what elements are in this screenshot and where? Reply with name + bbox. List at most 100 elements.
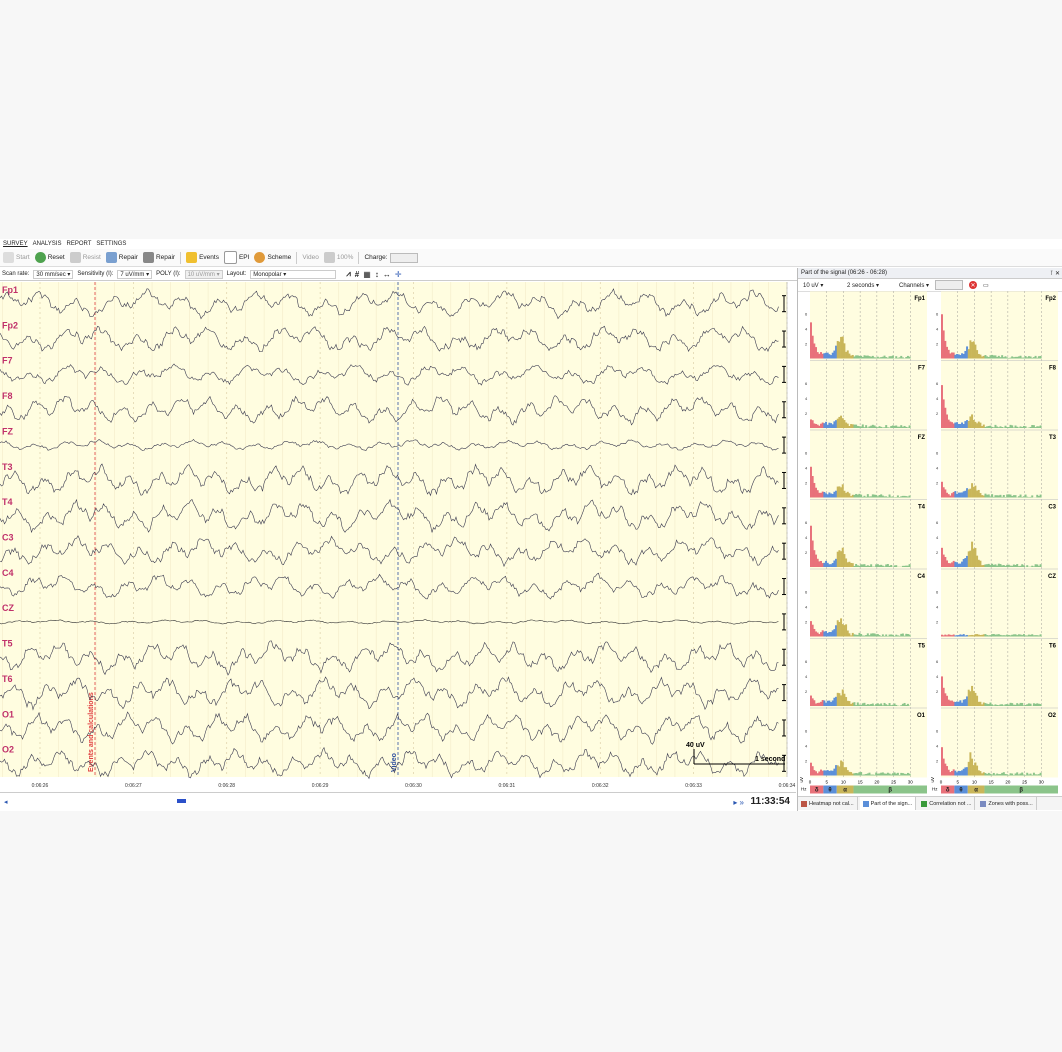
channels-label: Channels bbox=[899, 282, 925, 289]
layout-value: Monopolar bbox=[253, 271, 282, 278]
spectrum-channel-label: T6 bbox=[1049, 644, 1057, 650]
spectrum-bar bbox=[890, 564, 893, 567]
sensitivity-select[interactable]: 7 uV/mm ▾ bbox=[117, 269, 153, 279]
y-tick-label: 6 bbox=[936, 451, 939, 456]
tab-heatmap[interactable]: Heatmap not cal... bbox=[798, 797, 858, 810]
reset-button[interactable]: Reset bbox=[34, 252, 65, 263]
band-legend-label: β bbox=[888, 788, 892, 794]
horizontal-measure-icon[interactable]: ↔ bbox=[383, 270, 391, 279]
video-button[interactable]: Video bbox=[302, 254, 319, 261]
y-tick-label: 6 bbox=[936, 520, 939, 525]
channels-button[interactable]: Channels ▾ bbox=[899, 282, 929, 289]
spectrum-bar bbox=[1039, 494, 1042, 498]
zones-icon bbox=[980, 800, 987, 807]
spectrum-bar bbox=[1014, 495, 1017, 498]
y-tick-label: 2 bbox=[805, 759, 808, 764]
eeg-trace-area[interactable]: 0:06:26 0:06:27 0:06:28 0:06:29 0:06:30 0:06:… bbox=[0, 282, 796, 792]
spectrum-channel-label: Fp2 bbox=[1045, 296, 1056, 302]
y-tick-label: 6 bbox=[936, 312, 939, 317]
timeline-bar: ◂ ▸ » 11:33:54 bbox=[0, 792, 796, 811]
cursor-icon[interactable]: ↕ bbox=[375, 270, 379, 279]
y-tick-label: 6 bbox=[936, 590, 939, 595]
event-label-video: Video bbox=[391, 753, 398, 772]
y-tick-label: 2 bbox=[805, 342, 808, 347]
resist-button[interactable]: Resist bbox=[69, 252, 101, 263]
spectrum-bar bbox=[908, 634, 911, 637]
spectrum-channel-label: C4 bbox=[917, 574, 925, 580]
repair-monitor-icon bbox=[142, 252, 154, 263]
spectrum-bar bbox=[1031, 495, 1034, 498]
freq-tick-label: 30 bbox=[908, 780, 914, 785]
y-tick-label: 4 bbox=[805, 327, 808, 332]
zoom-control[interactable]: 100% bbox=[323, 252, 353, 263]
spectrum-bar bbox=[1039, 355, 1042, 359]
freq-tick-label: 0 bbox=[940, 780, 943, 785]
spectrum-channel-label: O1 bbox=[917, 713, 926, 719]
y-tick-label: 4 bbox=[936, 327, 939, 332]
channel-label: T3 bbox=[2, 462, 13, 472]
tab-correlation-label: Correlation not ... bbox=[929, 800, 972, 807]
freq-tick-label: 0 bbox=[809, 780, 812, 785]
montage-icon[interactable]: ▦ bbox=[363, 270, 371, 279]
channel-label: C4 bbox=[2, 568, 14, 578]
menu-tab-survey[interactable]: SURVEY bbox=[3, 241, 28, 247]
scroll-forward-icon[interactable]: ▸ » bbox=[733, 798, 744, 807]
repair-button-1[interactable]: Repair bbox=[105, 252, 138, 263]
amplitude-scale-label: 40 uV bbox=[686, 742, 705, 749]
layout-select[interactable]: Monopolar ▾ bbox=[250, 269, 337, 279]
spectrum-channel-label: F7 bbox=[918, 366, 926, 372]
tab-part-of-signal[interactable]: Part of the sign... bbox=[859, 797, 917, 810]
start-button[interactable]: Start bbox=[3, 252, 30, 263]
scan-rate-label: Scan rate: bbox=[2, 271, 30, 277]
charge-bar bbox=[389, 252, 418, 263]
tab-zones[interactable]: Zones with poss... bbox=[977, 797, 1037, 810]
sensitivity-label: Sensitivity (I): bbox=[77, 271, 114, 277]
poly-label: POLY (I): bbox=[156, 271, 181, 277]
grid-toggle-icon[interactable]: # bbox=[355, 270, 359, 279]
timeline-scroll-thumb[interactable] bbox=[177, 799, 186, 803]
pin-icon[interactable]: ⊺ bbox=[1050, 271, 1053, 277]
time-tick-label: 0:06:28 bbox=[218, 783, 235, 789]
epi-button[interactable]: EPI bbox=[223, 251, 249, 264]
panel-title: Part of the signal (06:26 - 06:28) bbox=[801, 270, 888, 276]
amp-select[interactable]: 10 uV ▾ bbox=[801, 281, 839, 289]
y-tick-label: 6 bbox=[805, 312, 808, 317]
close-icon[interactable]: ✕ bbox=[1055, 271, 1060, 277]
tab-correlation[interactable]: Correlation not ... bbox=[918, 797, 976, 810]
print-icon[interactable]: ▭ bbox=[983, 282, 989, 289]
repair-button-2[interactable]: Repair bbox=[142, 252, 175, 263]
y-tick-label: 2 bbox=[805, 550, 808, 555]
y-tick-label: 4 bbox=[805, 466, 808, 471]
scan-rate-select[interactable]: 30 mm/sec ▾ bbox=[33, 269, 74, 279]
events-label: Events bbox=[199, 254, 219, 261]
band-legend-label: α bbox=[974, 788, 978, 794]
scheme-button[interactable]: Scheme bbox=[254, 252, 291, 263]
y-tick-label: 6 bbox=[805, 381, 808, 386]
channel-label: Fp2 bbox=[2, 320, 18, 330]
scroll-left-icon[interactable]: ◂ bbox=[4, 798, 8, 806]
time-tick-label: 0:06:32 bbox=[592, 783, 609, 789]
y-tick-label: 6 bbox=[805, 729, 808, 734]
panel-search-box[interactable] bbox=[935, 280, 964, 290]
y-tick-label: 2 bbox=[805, 481, 808, 486]
spectrum-channel-label: C3 bbox=[1048, 505, 1056, 511]
panel-title-bar: Part of the signal (06:26 - 06:28) ⊺ ✕ bbox=[798, 268, 1062, 279]
repair-icon bbox=[105, 252, 117, 263]
clear-icon[interactable]: ✕ bbox=[969, 281, 978, 289]
sensitivity-value: 7 uV/mm bbox=[120, 271, 145, 278]
display-mode-wave-icon[interactable]: ⩘ bbox=[346, 269, 351, 279]
poly-select[interactable]: 10 uV/mm ▾ bbox=[184, 269, 223, 279]
y-tick-label: 2 bbox=[805, 620, 808, 625]
window-select[interactable]: 2 seconds ▾ bbox=[845, 281, 893, 289]
channel-label: F7 bbox=[2, 356, 13, 366]
crosshair-icon[interactable]: ✛ bbox=[395, 270, 402, 279]
panel-window-controls: ⊺ ✕ bbox=[1050, 270, 1060, 277]
events-button[interactable]: Events bbox=[186, 252, 219, 263]
menu-tab-analysis[interactable]: ANALYSIS bbox=[33, 241, 62, 247]
spectrum-bar bbox=[1039, 704, 1042, 706]
spectrum-channel-label: T5 bbox=[918, 644, 926, 650]
eeg-chart[interactable]: 0:06:26 0:06:27 0:06:28 0:06:29 0:06:30 0:06:… bbox=[0, 282, 796, 792]
menu-tab-report[interactable]: REPORT bbox=[66, 241, 91, 247]
menu-tab-settings[interactable]: SETTINGS bbox=[96, 241, 126, 247]
y-tick-label: 2 bbox=[936, 342, 939, 347]
